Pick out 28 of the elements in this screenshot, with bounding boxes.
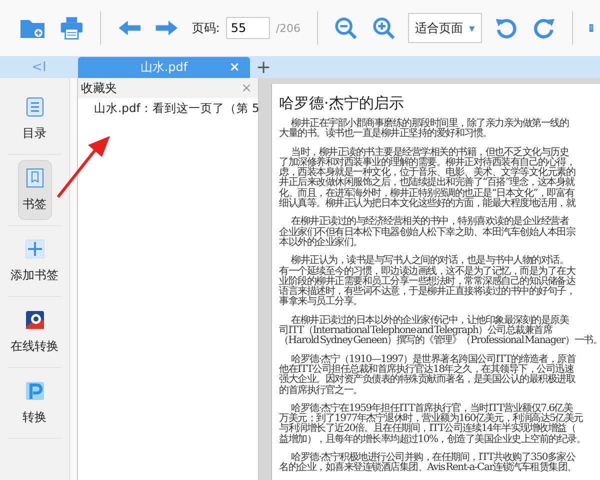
page-number-field[interactable]: 55 [226,17,270,39]
sidebar-item[interactable]: 添加书签 [6,232,62,290]
paragraph: 在柳井正读过的与经济经营相关的书中，特别喜欢读的是企业经营者 企业家们不但有日本松下电器创始人松下幸之助、本田汽车创始人本田宗 本以外的企业家们。 [279,217,575,248]
paragraph: 哈罗德·杰宁在1959年担任ITT首席执行官，当时ITT营业额仅7.6亿美 万美元；到了1977年杰宁退休时，营业额为160亿美元，利润高达5亿美元 与利润增长了近20倍。且在任期间，ITT公司连续14年半实现增收增益（ 益增加），且每年的增长率均超过10%，创造了美国企业史上空前的纪录。 [279,404,586,446]
paragraph: 柳井正在宇部小郡商事磨练的那段时间里，除了亲力亲为做第一线的 大量的书。读书也一直是柳井正坚持的爱好和习惯。 [279,119,568,140]
sidebar-item[interactable]: 在线转换 [6,303,62,361]
online-convert-icon [24,309,46,331]
paragraph: 哈罗德·杰宁积极地进行公司并购，在任期间，ITT共收购了350多家公 名的企业，如喜来登连锁酒店集团、Avis Rent-a-Car连锁汽车租赁集团、 [279,453,576,474]
paragraph: 哈罗德·杰宁（1910—1997）是世界著名跨国公司ITT的缔造者，原首 他在ITT公司担任总裁和首席执行官达18年之久，在其领导下，公司迅速 强大企业。因对资产负债表的特殊贡献而著名，是美国公认的最积极进取 的首席执行官之一。 [279,354,576,396]
paragraph: 当时，柳井正读的书主要是经营学相关的书籍，但也不乏文化与历史 了加深修养和对西装事业的理解的需要。柳井正对待西装有自己的心得， 虑，西装本身就是一种文化，位于音乐、电影、美术、文学等文化元素的 井正后来改做休闲服饰之后，也陆续提出和完善了“百搭”理念，这本身就 化。而且，在进军海外时，柳井正特别强调的也正是“日本文化”，即富有 细认真等。柳井正认为把日本文化这些好的方面，能最大程度地活用，就 [279,148,575,210]
page-label: 页码: [192,20,220,36]
zoom-mode-dropdown[interactable]: 适合页面 ▾ [408,13,482,43]
document-title: 哈罗德·杰宁的启示 [279,94,405,113]
paragraph: 在柳井正读过的日本以外的企业家传记中，让他印象最深刻的是原美 司ITT（International Telephone and Telegraph）公司总裁兼首席 （Harold Sydney Geneen）撰写的《管理》（Professional Manager）一书。 [279,316,600,347]
add-icon [24,238,46,260]
sidebar-item[interactable]: 目录 [18,90,50,148]
table-of-contents-icon [24,96,46,118]
convert-icon [24,380,46,402]
paragraph: 柳井正认为，读书是与写书人之间的对话，也是与书中人物的对话。 有一个延续至今的习惯，即边读边画线，这不是为了记忆，而是为了在大 业阶段的柳井正需要和员工分享一些想法时，常常深感自己的知识储备达 语言来描述时，有些词不达意，于是柳井正直接将读过的书中的好句子， 事拿来与员工分享。 [279,256,575,308]
bookmark-item[interactable]: 山水.pdf：看到这一页了（第 5 [94,101,260,116]
new-tab-button[interactable]: + [256,58,272,78]
sidebar-item[interactable]: 转换 [18,374,50,432]
arrow-annotation [56,135,112,199]
print-icon[interactable] [58,14,84,42]
sidebar-item[interactable]: 书签 [18,160,52,220]
page-total: /206 [276,22,301,34]
panel-title: 收藏夹 [81,80,117,96]
bookmark-icon [24,167,46,189]
